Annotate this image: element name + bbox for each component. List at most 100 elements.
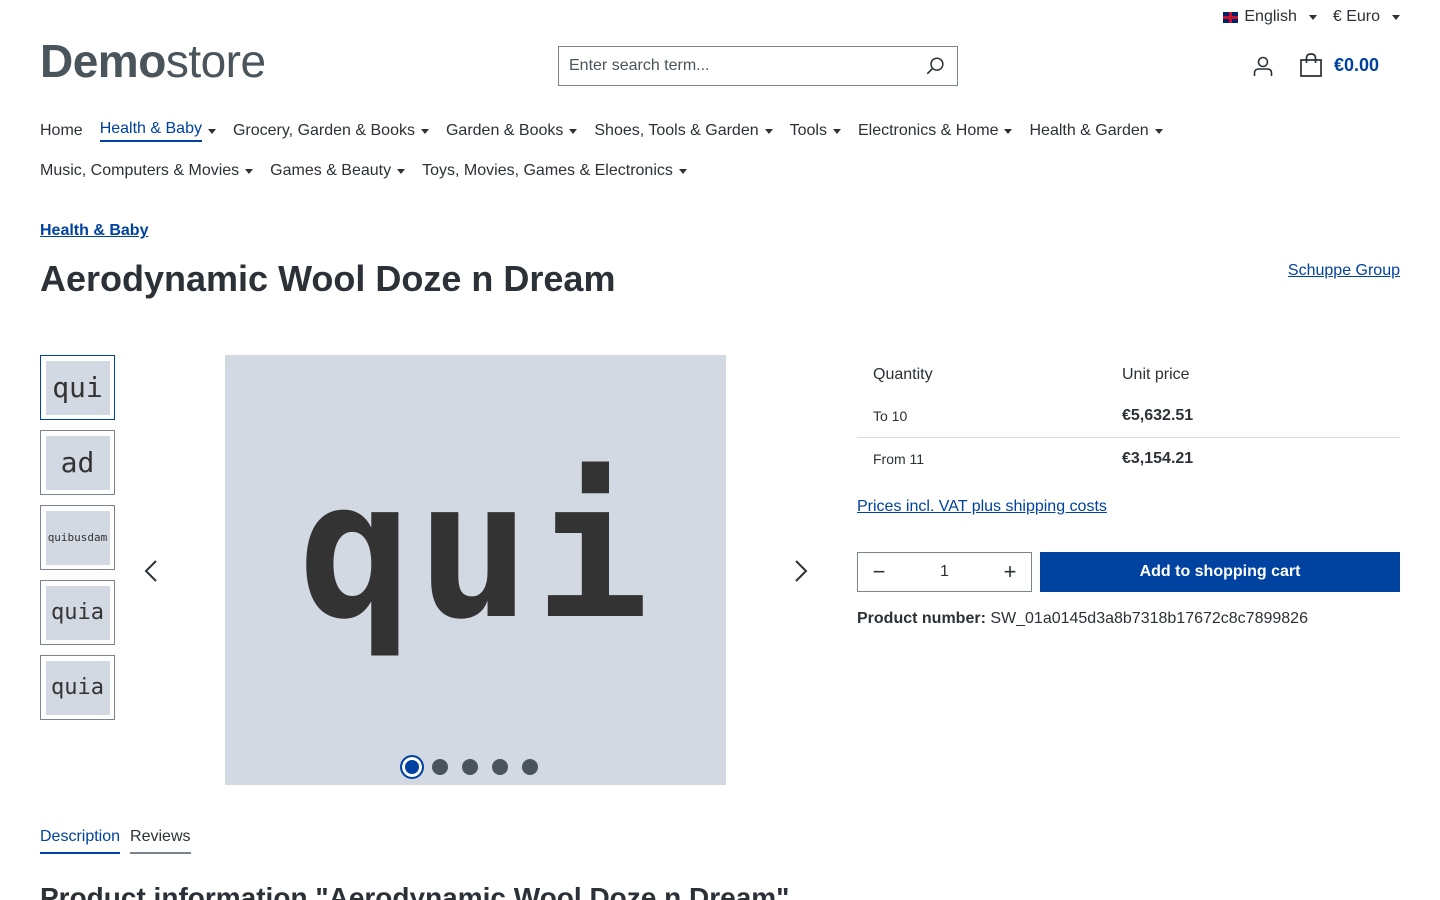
product-title: Aerodynamic Wool Doze n Dream: [40, 258, 616, 299]
plus-icon[interactable]: +: [1001, 561, 1019, 583]
logo-light-text: store: [165, 35, 266, 87]
gallery-dot[interactable]: [462, 759, 478, 775]
nav-label: Garden & Books: [445, 122, 564, 139]
thumbnail[interactable]: quia: [40, 580, 115, 645]
thumbnail-image: quibusdam: [45, 510, 110, 565]
product-number: Product number: SW_01a0145d3a8b7318b1767…: [857, 610, 1308, 628]
unit-price-header: Unit price: [1122, 366, 1190, 383]
chevron-down-icon: [1004, 128, 1013, 134]
quantity-header: Quantity: [873, 366, 933, 383]
thumbnail-list: qui ad quibusdam quia quia: [40, 355, 115, 730]
nav-label: Home: [40, 122, 83, 139]
thumbnail-image: quia: [45, 660, 110, 715]
currency-label: € Euro: [1332, 8, 1380, 25]
store-logo[interactable]: Demostore: [40, 38, 266, 84]
tab-reviews[interactable]: Reviews: [130, 828, 191, 854]
price-table-header: Quantity Unit price: [857, 355, 1400, 395]
add-to-cart-button[interactable]: Add to shopping cart: [1040, 552, 1400, 592]
price-row-value: €3,154.21: [1122, 449, 1194, 467]
price-row-quantity: From 11: [873, 450, 925, 467]
nav-item-music-computers-movies[interactable]: Music, Computers & Movies: [40, 160, 254, 182]
main-image-text: qui: [297, 439, 654, 661]
gallery-dot[interactable]: [432, 759, 448, 775]
chevron-down-icon: [764, 128, 773, 134]
product-main-image[interactable]: qui: [225, 355, 726, 785]
chevron-down-icon: [207, 128, 216, 134]
chevron-down-icon: [1392, 14, 1400, 20]
price-row: To 10 €5,632.51: [857, 395, 1400, 437]
thumbnail-image: quia: [45, 585, 110, 640]
shopping-bag-icon: [1300, 53, 1322, 77]
product-tabs: Description Reviews: [40, 828, 191, 854]
nav-item-grocery-garden-books[interactable]: Grocery, Garden & Books: [233, 120, 429, 142]
nav-item-garden-books[interactable]: Garden & Books: [445, 120, 578, 142]
gallery-dot[interactable]: [492, 759, 508, 775]
logo-bold-text: Demo: [40, 35, 166, 87]
nav-row-1: Home Health & Baby Grocery, Garden & Boo…: [40, 120, 1400, 142]
cart-button[interactable]: €0.00: [1298, 52, 1379, 78]
nav-item-electronics-home[interactable]: Electronics & Home: [858, 120, 1013, 142]
price-row: From 11 €3,154.21: [857, 437, 1400, 479]
uk-flag-icon: [1223, 11, 1239, 23]
price-table: Quantity Unit price To 10 €5,632.51 From…: [857, 355, 1400, 479]
currency-selector[interactable]: € Euro: [1333, 8, 1400, 26]
nav-item-home[interactable]: Home: [40, 120, 83, 142]
thumbnail[interactable]: ad: [40, 430, 115, 495]
nav-item-tools[interactable]: Tools: [790, 120, 841, 142]
main-navigation: Home Health & Baby Grocery, Garden & Boo…: [40, 120, 1400, 200]
nav-item-toys-movies-games-electronics[interactable]: Toys, Movies, Games & Electronics: [422, 160, 687, 182]
chevron-down-icon: [1308, 14, 1317, 20]
thumbnail-image: qui: [45, 360, 110, 415]
search-box: [558, 46, 958, 86]
nav-item-shoes-tools-garden[interactable]: Shoes, Tools & Garden: [594, 120, 773, 142]
chevron-down-icon: [832, 128, 841, 134]
product-number-value: SW_01a0145d3a8b7318b17672c8c7899826: [990, 610, 1308, 627]
nav-item-games-beauty[interactable]: Games & Beauty: [270, 160, 406, 182]
breadcrumb-link[interactable]: Health & Baby: [40, 222, 148, 240]
nav-label: Games & Beauty: [270, 162, 392, 179]
nav-label: Shoes, Tools & Garden: [594, 122, 759, 139]
gallery-dot[interactable]: [522, 759, 538, 775]
search-icon[interactable]: [925, 55, 947, 77]
tab-description[interactable]: Description: [40, 828, 121, 854]
product-info-title: Product information "Aerodynamic Wool Do…: [40, 882, 790, 900]
thumbnail[interactable]: quibusdam: [40, 505, 115, 570]
manufacturer-link[interactable]: Schuppe Group: [1288, 262, 1400, 280]
nav-label: Electronics & Home: [857, 122, 999, 139]
price-row-quantity: To 10: [873, 408, 908, 424]
chevron-down-icon: [397, 168, 406, 174]
nav-label: Grocery, Garden & Books: [232, 122, 415, 139]
chevron-down-icon: [1154, 128, 1163, 134]
nav-item-health-baby[interactable]: Health & Baby: [99, 120, 216, 142]
thumbnail-image: ad: [45, 435, 110, 490]
nav-item-health-garden[interactable]: Health & Garden: [1029, 120, 1163, 142]
product-number-label: Product number:: [857, 610, 986, 627]
quantity-stepper: − 1 +: [857, 552, 1032, 592]
chevron-down-icon: [245, 168, 254, 174]
chevron-down-icon: [569, 128, 578, 134]
price-row-value: €5,632.51: [1122, 407, 1194, 424]
chevron-right-icon[interactable]: [788, 557, 812, 585]
nav-row-2: Music, Computers & Movies Games & Beauty…: [40, 160, 1400, 182]
minus-icon[interactable]: −: [870, 561, 888, 583]
cart-total: €0.00: [1334, 54, 1380, 75]
thumbnail[interactable]: quia: [40, 655, 115, 720]
top-bar: English € Euro: [1223, 8, 1400, 26]
language-selector[interactable]: English: [1223, 8, 1317, 26]
chevron-left-icon[interactable]: [140, 557, 164, 585]
nav-label: Tools: [789, 122, 827, 139]
gallery-dot[interactable]: [400, 755, 424, 779]
nav-label: Health & Garden: [1029, 122, 1149, 139]
chevron-down-icon: [678, 168, 687, 174]
quantity-value[interactable]: 1: [940, 563, 949, 581]
chevron-down-icon: [420, 128, 429, 134]
thumbnail[interactable]: qui: [40, 355, 115, 420]
nav-label: Music, Computers & Movies: [40, 162, 240, 179]
language-label: English: [1244, 8, 1297, 25]
vat-shipping-link[interactable]: Prices incl. VAT plus shipping costs: [857, 498, 1107, 516]
gallery-dots: [400, 755, 538, 779]
nav-label: Toys, Movies, Games & Electronics: [422, 162, 673, 179]
nav-label: Health & Baby: [99, 120, 202, 142]
search-input[interactable]: [569, 57, 925, 75]
account-icon[interactable]: [1251, 54, 1275, 78]
